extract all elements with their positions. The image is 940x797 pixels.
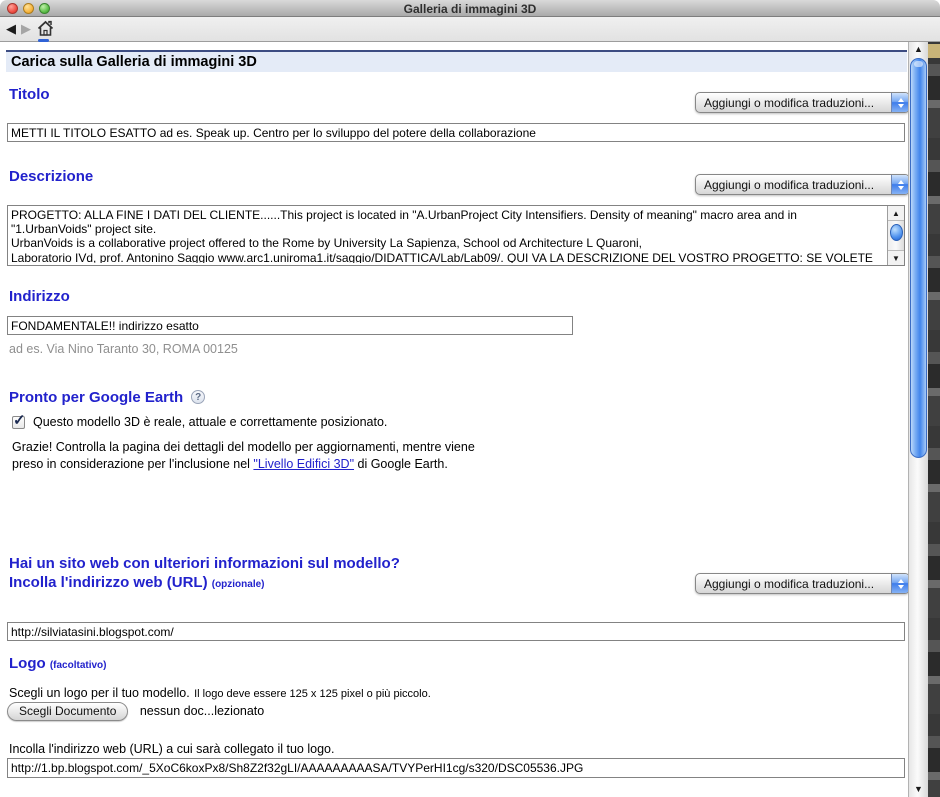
stepper-icon [891,93,909,112]
real-world-checkbox-row: ✓ Questo modello 3D è reale, attuale e c… [12,415,387,429]
website-heading-line2-text: Incolla l'indirizzo web (URL) [9,574,212,591]
address-hint: ad es. Via Nino Taranto 30, ROMA 00125 [9,342,238,356]
check-icon: ✓ [13,411,26,429]
website-heading-line2: Incolla l'indirizzo web (URL) (opzionale… [9,573,400,594]
facoltativo-label: (facoltativo) [50,660,107,671]
address-input[interactable] [7,316,573,335]
scrollbar-up-icon[interactable]: ▲ [909,44,928,54]
checkbox-label: Questo modello 3D è reale, attuale e cor… [33,415,387,429]
logo-url-label: Incolla l'indirizzo web (URL) a cui sarà… [9,742,334,756]
dropdown-label: Aggiungi o modifica traduzioni... [696,96,891,110]
section-heading-website: Hai un sito web con ulteriori informazio… [9,554,400,594]
logo-heading-text: Logo [9,655,50,672]
page-scroll-thumb[interactable] [910,58,927,458]
scroll-down-icon[interactable]: ▼ [888,250,904,265]
translations-dropdown-title[interactable]: Aggiungi o modifica traduzioni... [695,92,910,113]
logo-url-input[interactable] [7,758,905,778]
section-heading-descrizione: Descrizione [9,168,93,185]
dropdown-label: Aggiungi o modifica traduzioni... [696,178,891,192]
google-earth-heading-text: Pronto per Google Earth [9,389,183,406]
desktop-background-detail [928,44,940,58]
translations-dropdown-description[interactable]: Aggiungi o modifica traduzioni... [695,174,910,195]
scrollbar-down-icon[interactable]: ▼ [909,784,928,794]
info-text-after: di Google Earth. [354,457,448,471]
section-heading-titolo: Titolo [9,86,50,103]
window-title: Galleria di immagini 3D [0,1,940,17]
description-text: PROGETTO: ALLA FINE I DATI DEL CLIENTE..… [11,208,884,263]
choose-file-button[interactable]: Scegli Documento [7,702,128,721]
stepper-icon [891,574,909,593]
back-icon[interactable]: ◀ [6,20,16,38]
website-url-input[interactable] [7,622,905,641]
livello-edifici-3d-link[interactable]: "Livello Edifici 3D" [253,457,354,471]
website-heading-line1: Hai un sito web con ulteriori informazio… [9,554,400,573]
file-picker-row: Scegli Documento nessun doc...lezionato [7,702,264,721]
scroll-up-icon[interactable]: ▲ [888,206,904,221]
google-earth-info: Grazie! Controlla la pagina dei dettagli… [12,439,486,472]
logo-size-note: Il logo deve essere 125 x 125 pixel o pi… [194,688,431,700]
checkbox-checked[interactable]: ✓ [12,416,25,429]
forward-icon[interactable]: ▶ [21,20,31,38]
page-title: Carica sulla Galleria di immagini 3D [6,50,907,72]
title-input[interactable] [7,123,905,142]
desktop-background-sliver [928,42,940,797]
browser-toolbar: ◀ ▶ [0,17,940,42]
textarea-scroll-thumb[interactable] [890,224,903,241]
stepper-icon [891,175,909,194]
translations-dropdown-website[interactable]: Aggiungi o modifica traduzioni... [695,573,910,594]
section-heading-indirizzo: Indirizzo [9,288,70,305]
section-heading-google-earth: Pronto per Google Earth? [9,389,205,406]
textarea-scrollbar[interactable]: ▲ ▼ [887,206,904,265]
logo-choose-row: Scegli un logo per il tuo modello. Il lo… [9,684,431,702]
help-icon[interactable]: ? [191,390,205,404]
no-file-selected-text: nessun doc...lezionato [140,704,264,718]
description-textarea[interactable]: PROGETTO: ALLA FINE I DATI DEL CLIENTE..… [7,205,905,266]
choose-logo-text: Scegli un logo per il tuo modello. [9,686,190,700]
section-heading-logo: Logo (facoltativo) [9,655,107,672]
page-scrollbar[interactable]: ▲ ▼ [908,42,928,797]
web-page: Carica sulla Galleria di immagini 3D Tit… [0,42,928,797]
optional-label: (opzionale) [212,579,265,590]
dropdown-label: Aggiungi o modifica traduzioni... [696,577,891,591]
window-titlebar[interactable]: Galleria di immagini 3D [0,0,940,17]
